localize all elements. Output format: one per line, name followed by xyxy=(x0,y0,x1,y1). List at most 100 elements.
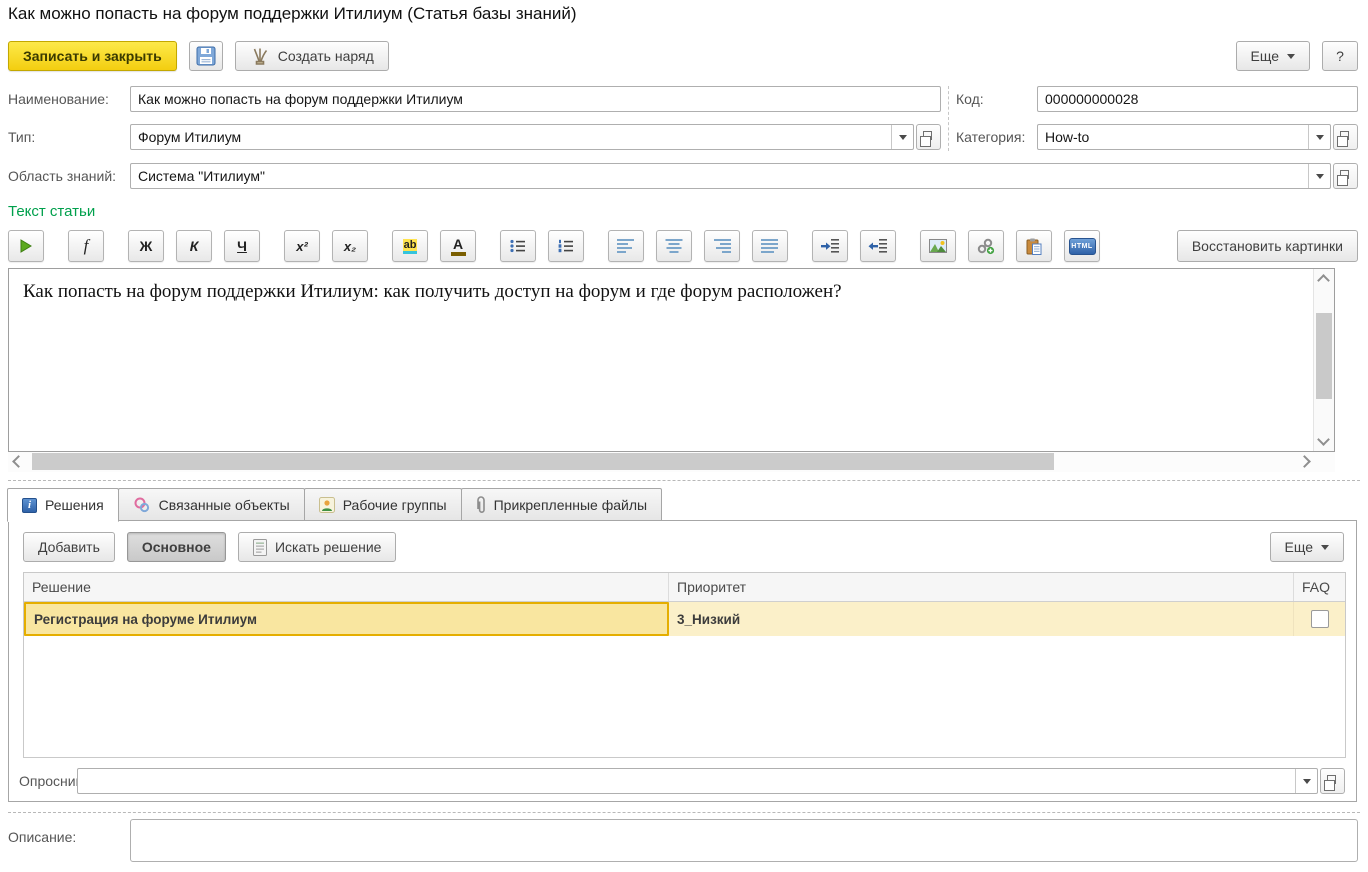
knowledge-area-dropdown-button[interactable] xyxy=(1308,164,1330,188)
scroll-up-icon[interactable] xyxy=(1317,274,1330,287)
align-left-button[interactable] xyxy=(608,230,644,262)
create-order-button[interactable]: Создать наряд xyxy=(235,41,389,71)
editor-horizontal-scrollbar[interactable] xyxy=(8,452,1335,472)
formula-button[interactable]: f xyxy=(68,230,104,262)
italic-button[interactable]: К xyxy=(176,230,212,262)
type-label: Тип: xyxy=(8,124,35,150)
tab-linked-objects-label: Связанные объекты xyxy=(159,497,290,513)
knowledge-area-open-button[interactable] xyxy=(1333,163,1358,189)
restore-images-button[interactable]: Восстановить картинки xyxy=(1177,230,1358,262)
separator-dashed xyxy=(8,480,1360,481)
questionnaire-dropdown-button[interactable] xyxy=(1295,769,1317,793)
add-link-button[interactable] xyxy=(968,230,1004,262)
caret-down-icon xyxy=(899,135,907,140)
name-input[interactable] xyxy=(131,87,940,111)
questionnaire-open-button[interactable] xyxy=(1320,768,1345,794)
bullet-list-button[interactable] xyxy=(500,230,536,262)
scroll-right-icon[interactable] xyxy=(1298,455,1311,468)
paste-button[interactable] xyxy=(1016,230,1052,262)
add-solution-button[interactable]: Добавить xyxy=(23,532,115,562)
align-right-icon xyxy=(713,239,731,253)
table-row[interactable]: Регистрация на форуме Итилиум 3_Низкий xyxy=(24,602,1345,636)
run-button[interactable] xyxy=(8,230,44,262)
bullet-list-icon xyxy=(510,239,526,253)
indent-increase-button[interactable] xyxy=(812,230,848,262)
tab-solutions-label: Решения xyxy=(45,497,104,513)
category-input[interactable] xyxy=(1038,125,1308,149)
tab-linked-objects[interactable]: Связанные объекты xyxy=(118,488,305,521)
underline-button[interactable]: Ч xyxy=(224,230,260,262)
add-link-icon xyxy=(977,237,995,255)
superscript-button[interactable]: x² xyxy=(284,230,320,262)
horizontal-scroll-thumb[interactable] xyxy=(32,453,1054,470)
open-value-icon xyxy=(1340,170,1349,179)
font-color-icon: A xyxy=(451,237,466,256)
tab-attached-files[interactable]: Прикрепленные файлы xyxy=(461,488,662,521)
document-icon xyxy=(253,539,267,556)
name-field-wrap xyxy=(130,86,941,112)
more-button[interactable]: Еще xyxy=(1236,41,1311,71)
tab-strip: i Решения Связанные объекты Рабочие груп… xyxy=(8,488,662,521)
work-groups-icon xyxy=(319,497,335,513)
html-mode-button[interactable]: HTML xyxy=(1064,230,1100,262)
scroll-down-icon[interactable] xyxy=(1317,433,1330,446)
align-right-button[interactable] xyxy=(704,230,740,262)
chevron-down-icon xyxy=(1287,54,1295,59)
type-open-button[interactable] xyxy=(916,124,941,150)
help-button[interactable]: ? xyxy=(1322,41,1358,71)
code-label: Код: xyxy=(956,86,984,112)
faq-checkbox[interactable] xyxy=(1311,610,1329,628)
create-order-label: Создать наряд xyxy=(278,48,374,64)
caret-down-icon xyxy=(1316,135,1324,140)
knowledge-area-input[interactable] xyxy=(131,164,1308,188)
highlight-button[interactable]: ab xyxy=(392,230,428,262)
vertical-scroll-thumb[interactable] xyxy=(1316,313,1332,399)
type-input[interactable] xyxy=(131,125,891,149)
solutions-table: Решение Приоритет FAQ Регистрация на фор… xyxy=(23,572,1346,758)
align-center-button[interactable] xyxy=(656,230,692,262)
solutions-more-button[interactable]: Еще xyxy=(1270,532,1345,562)
description-textarea[interactable] xyxy=(130,819,1358,862)
tab-work-groups[interactable]: Рабочие группы xyxy=(304,488,462,521)
editor-toolbar: f Ж К Ч x² x₂ ab A xyxy=(8,229,1358,263)
article-text-content[interactable]: Как попасть на форум поддержки Итилиум: … xyxy=(23,281,1298,303)
solution-cell[interactable]: Регистрация на форуме Итилиум xyxy=(24,602,669,636)
more-label: Еще xyxy=(1251,48,1280,64)
subscript-button[interactable]: x₂ xyxy=(332,230,368,262)
search-solution-button[interactable]: Искать решение xyxy=(238,532,397,562)
code-input[interactable] xyxy=(1038,87,1357,111)
name-label: Наименование: xyxy=(8,86,109,112)
main-solution-button[interactable]: Основное xyxy=(127,532,226,562)
numbered-list-button[interactable] xyxy=(548,230,584,262)
font-color-button[interactable]: A xyxy=(440,230,476,262)
align-justify-icon xyxy=(761,239,779,253)
tab-solutions[interactable]: i Решения xyxy=(7,488,119,522)
bold-button[interactable]: Ж xyxy=(128,230,164,262)
column-header-solution[interactable]: Решение xyxy=(24,573,669,601)
article-text-editor[interactable]: Как попасть на форум поддержки Итилиум: … xyxy=(8,268,1335,452)
search-solution-label: Искать решение xyxy=(275,539,382,555)
info-icon: i xyxy=(22,498,37,513)
type-combo xyxy=(130,124,941,150)
category-label: Категория: xyxy=(956,124,1025,150)
page-title: Как можно попасть на форум поддержки Ити… xyxy=(8,4,577,24)
category-open-button[interactable] xyxy=(1333,124,1358,150)
insert-image-button[interactable] xyxy=(920,230,956,262)
type-dropdown-button[interactable] xyxy=(891,125,913,149)
align-justify-button[interactable] xyxy=(752,230,788,262)
editor-vertical-scrollbar[interactable] xyxy=(1313,269,1334,451)
priority-cell[interactable]: 3_Низкий xyxy=(669,602,1294,636)
column-header-faq[interactable]: FAQ xyxy=(1294,573,1345,601)
category-dropdown-button[interactable] xyxy=(1308,125,1330,149)
save-button[interactable] xyxy=(189,41,223,71)
save-and-close-button[interactable]: Записать и закрыть xyxy=(8,41,177,71)
linked-objects-icon xyxy=(133,496,151,514)
solutions-panel: Добавить Основное Искать решение Еще Реш… xyxy=(8,520,1357,802)
align-left-icon xyxy=(617,239,635,253)
indent-decrease-button[interactable] xyxy=(860,230,896,262)
questionnaire-input[interactable] xyxy=(78,769,1295,793)
column-header-priority[interactable]: Приоритет xyxy=(669,573,1294,601)
separator-dashed xyxy=(8,812,1360,813)
scroll-left-icon[interactable] xyxy=(12,455,25,468)
solutions-table-header: Решение Приоритет FAQ xyxy=(24,573,1345,602)
